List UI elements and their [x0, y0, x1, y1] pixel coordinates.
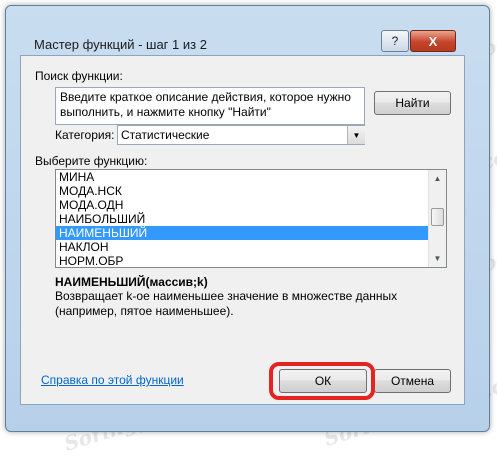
category-label: Категория: — [55, 128, 115, 142]
function-description: Возвращает k-ое наименьшее значение в мн… — [55, 289, 398, 318]
scroll-down-icon[interactable]: ▼ — [429, 250, 446, 267]
chevron-down-icon[interactable]: ▼ — [347, 126, 365, 144]
ok-highlight-annotation — [269, 362, 375, 400]
dialog-title: Мастер функций - шаг 1 из 2 — [34, 37, 207, 52]
list-item[interactable]: НОРМ.ОБР — [56, 254, 429, 267]
search-input[interactable]: Введите краткое описание действия, котор… — [55, 87, 365, 125]
list-item[interactable]: МОДА.ОДН — [56, 198, 429, 212]
help-icon[interactable]: ? — [381, 30, 409, 52]
list-item[interactable]: НАКЛОН — [56, 240, 429, 254]
function-list-label: Выберите функцию: — [35, 154, 148, 168]
function-help-link[interactable]: Справка по этой функции — [41, 373, 184, 387]
find-button[interactable]: Найти — [374, 91, 451, 115]
function-list-items: МИНА МОДА.НСК МОДА.ОДН НАИБОЛЬШИЙ НАИМЕН… — [56, 170, 446, 267]
category-select[interactable]: Статистические — [117, 125, 365, 145]
search-label: Поиск функции: — [35, 69, 123, 83]
list-item[interactable]: МИНА — [56, 170, 429, 184]
cancel-button[interactable]: Отмена — [374, 369, 451, 393]
function-listbox[interactable]: МИНА МОДА.НСК МОДА.ОДН НАИБОЛЬШИЙ НАИМЕН… — [55, 169, 447, 268]
list-item[interactable]: НАИБОЛЬШИЙ — [56, 212, 429, 226]
close-button[interactable]: X — [410, 30, 456, 52]
scroll-thumb[interactable] — [431, 208, 444, 226]
find-button-label: Найти — [395, 96, 430, 110]
scroll-up-icon[interactable]: ▲ — [429, 170, 446, 187]
list-item-selected[interactable]: НАИМЕНЬШИЙ — [56, 226, 429, 240]
function-signature: НАИМЕНЬШИЙ(массив;k) — [55, 275, 208, 289]
list-scrollbar[interactable]: ▲ ▼ — [428, 170, 446, 267]
list-item[interactable]: МОДА.НСК — [56, 184, 429, 198]
